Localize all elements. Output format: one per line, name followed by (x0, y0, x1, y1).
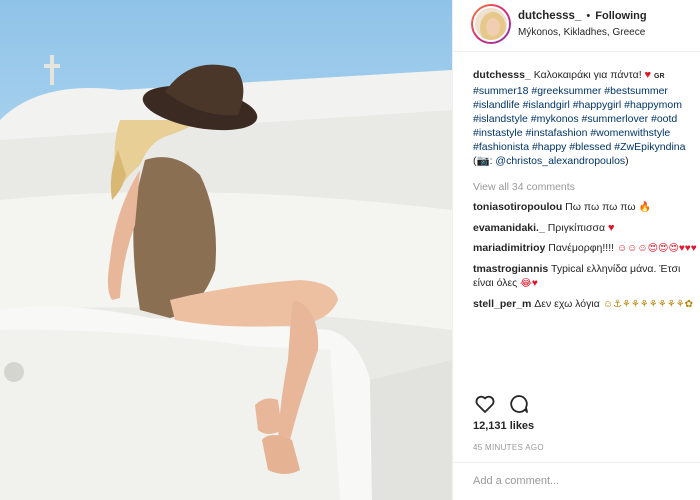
comment-item: toniasotiropoulou Πω πω πω πω 🔥 (473, 200, 697, 215)
comment-item: stell_per_m Δεν εχω λόγια ☺⚓⚘⚘⚘⚘⚘⚘⚘✿ (473, 297, 697, 312)
timestamp: 45 MINUTES AGO (473, 443, 544, 452)
heart-icon[interactable] (473, 392, 497, 416)
comment-username[interactable]: mariadimitrioy (473, 242, 545, 254)
caption-username[interactable]: dutchesss_ (473, 69, 531, 81)
view-all-comments-link[interactable]: View all 34 comments (473, 180, 697, 194)
location-link[interactable]: Μýkonos, Kikladhes, Greece (518, 27, 645, 38)
credit-mention[interactable]: @christos_alexandropoulos (495, 155, 625, 167)
comment-item: evamanidaki._ Πριγκίπισσα ♥ (473, 221, 697, 235)
comment-username[interactable]: evamanidaki._ (473, 222, 545, 234)
avatar-image (473, 6, 509, 42)
following-button[interactable]: Following (595, 10, 646, 22)
header-username[interactable]: dutchesss_ (518, 10, 581, 22)
country-code: GR (654, 73, 665, 80)
likes-count[interactable]: 12,131 likes (473, 420, 534, 432)
add-comment-input[interactable] (473, 475, 683, 487)
emoji-sequence: 😂♥ (520, 278, 538, 289)
header-text: dutchesss_ • Following (518, 10, 647, 22)
post-side-panel: dutchesss_ • Following Μýkonos, Kikladhe… (452, 0, 700, 500)
credit-prefix: : (489, 155, 493, 167)
separator-dot: • (586, 10, 591, 22)
post-header: dutchesss_ • Following Μýkonos, Kikladhe… (453, 0, 700, 52)
emoji-sequence: ☺☺☺😍😍😍♥♥♥ (616, 243, 697, 254)
comment-icon[interactable] (507, 392, 531, 416)
comment-item: mariadimitrioy Πανέμορφη!!!! ☺☺☺😍😍😍♥♥♥ (473, 241, 697, 256)
comment-text: Πανέμορφη!!!! (548, 242, 615, 254)
credit-line: (📷: @christos_alexandropoulos) (473, 155, 629, 167)
comment-username[interactable]: toniasotiropoulou (473, 201, 562, 213)
comment-username[interactable]: tmastrogiannis (473, 263, 548, 275)
emoji-sequence: ☺⚓⚘⚘⚘⚘⚘⚘⚘✿ (602, 299, 694, 310)
action-bar (473, 392, 553, 416)
heart-emoji: ♥ (607, 222, 615, 234)
fire-emoji: 🔥 (638, 202, 651, 213)
photo-illustration (0, 55, 452, 500)
comment-text: Πριγκίπισσα (547, 222, 606, 234)
comment-username[interactable]: stell_per_m (473, 298, 531, 310)
add-comment-bar (453, 462, 700, 500)
camera-icon: 📷 (476, 155, 490, 167)
caption: dutchesss_ Καλοκαιράκι για πάντα! ♥ GR #… (473, 68, 697, 168)
post-photo[interactable] (0, 0, 452, 500)
comment-text: Πω πω πω πω (565, 201, 636, 213)
caption-text: Καλοκαιράκι για πάντα! (533, 69, 642, 81)
comment-text: Δεν εχω λόγια (534, 298, 600, 310)
avatar[interactable] (471, 4, 511, 44)
comment-list: dutchesss_ Καλοκαιράκι για πάντα! ♥ GR #… (473, 68, 697, 318)
caption-hashtags[interactable]: #summer18 #greeksummer #bestsummer #isla… (473, 85, 685, 153)
heart-emoji: ♥ (644, 69, 652, 81)
comment-item: tmastrogiannis Typical ελληνίδα μάνα. Έτ… (473, 262, 697, 291)
